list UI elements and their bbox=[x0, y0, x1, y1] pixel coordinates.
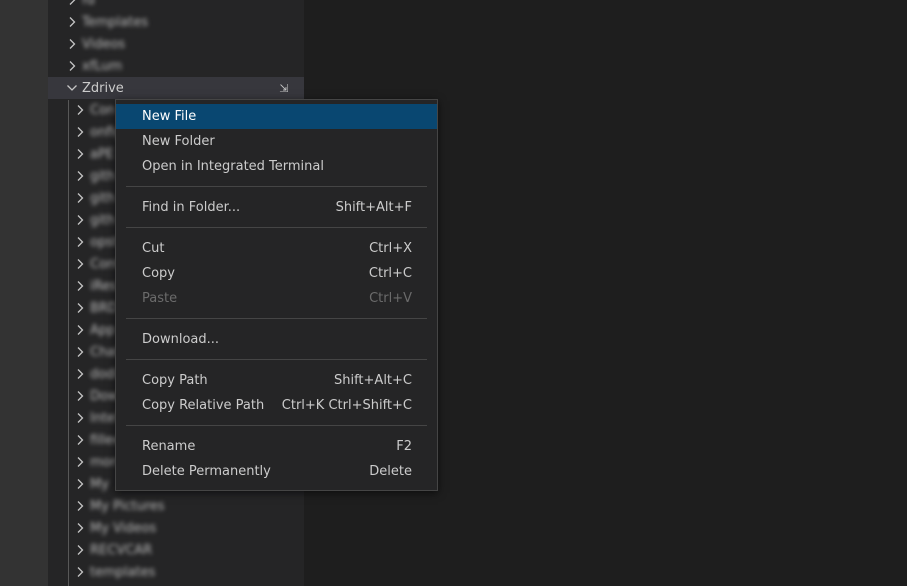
chevron-right-icon bbox=[72, 102, 88, 118]
menu-item-label: Cut bbox=[142, 241, 165, 256]
chevron-right-icon bbox=[72, 366, 88, 382]
tree-row-label: My Pictures bbox=[90, 498, 165, 514]
menu-item-shortcut: F2 bbox=[396, 439, 412, 454]
menu-separator bbox=[126, 359, 427, 360]
menu-item-open-in-integrated-terminal[interactable]: Open in Integrated Terminal bbox=[116, 154, 437, 179]
tree-row[interactable]: fd bbox=[48, 0, 304, 11]
tree-row[interactable]: RECVCAR bbox=[48, 539, 304, 561]
menu-item-copy-relative-path[interactable]: Copy Relative Path Ctrl+K Ctrl+Shift+C bbox=[116, 393, 437, 418]
tree-row-label: gith bbox=[90, 190, 116, 206]
chevron-right-icon bbox=[72, 168, 88, 184]
chevron-right-icon bbox=[72, 344, 88, 360]
chevron-right-icon bbox=[64, 14, 80, 30]
menu-item-label: Open in Integrated Terminal bbox=[142, 159, 324, 174]
menu-item-shortcut: Ctrl+X bbox=[369, 241, 412, 256]
chevron-right-icon bbox=[72, 278, 88, 294]
tree-row-label: aPE bbox=[90, 146, 115, 162]
folder-label: Zdrive bbox=[82, 80, 124, 96]
tree-row-label: fd bbox=[82, 0, 95, 8]
chevron-right-icon bbox=[64, 36, 80, 52]
menu-item-label: Copy Path bbox=[142, 373, 208, 388]
tree-row-label: My bbox=[90, 476, 109, 492]
menu-item-download[interactable]: Download... bbox=[116, 327, 437, 352]
menu-item-shortcut: Ctrl+V bbox=[369, 291, 412, 306]
folder-zdrive[interactable]: Zdrive ⇲ bbox=[48, 77, 304, 99]
menu-item-label: Paste bbox=[142, 291, 178, 306]
chevron-right-icon bbox=[72, 454, 88, 470]
menu-item-cut[interactable]: Cut Ctrl+X bbox=[116, 236, 437, 261]
chevron-right-icon bbox=[72, 564, 88, 580]
tree-row-label: App bbox=[90, 322, 116, 338]
tree-row-label: My Videos bbox=[90, 520, 157, 536]
tree-row-label: xfLum bbox=[82, 58, 123, 74]
tree-row-label: gith bbox=[90, 212, 116, 228]
menu-item-shortcut: Shift+Alt+C bbox=[333, 373, 412, 388]
menu-item-label: Copy bbox=[142, 266, 175, 281]
tree-row-label: dodi bbox=[90, 366, 119, 382]
menu-item-label: Delete Permanently bbox=[142, 464, 271, 479]
tree-row-label: Templates bbox=[82, 14, 149, 30]
chevron-right-icon bbox=[72, 234, 88, 250]
chevron-right-icon bbox=[72, 322, 88, 338]
chevron-right-icon bbox=[72, 542, 88, 558]
menu-item-new-folder[interactable]: New Folder bbox=[116, 129, 437, 154]
tree-row-label: gith bbox=[90, 168, 116, 184]
menu-item-rename[interactable]: Rename F2 bbox=[116, 434, 437, 459]
chevron-right-icon bbox=[72, 476, 88, 492]
context-menu: New File New Folder Open in Integrated Ter… bbox=[115, 99, 438, 491]
menu-item-copy-path[interactable]: Copy Path Shift+Alt+C bbox=[116, 368, 437, 393]
menu-item-shortcut: Shift+Alt+F bbox=[335, 200, 412, 215]
menu-item-paste[interactable]: Paste Ctrl+V bbox=[116, 286, 437, 311]
chevron-down-icon bbox=[64, 80, 80, 96]
tree-row-label: iRes bbox=[90, 278, 117, 294]
menu-item-label: Rename bbox=[142, 439, 196, 454]
link-icon[interactable]: ⇲ bbox=[276, 80, 292, 96]
tree-row-label: Con bbox=[90, 102, 116, 118]
chevron-right-icon bbox=[72, 300, 88, 316]
menu-item-label: New File bbox=[142, 109, 197, 124]
chevron-right-icon bbox=[72, 256, 88, 272]
menu-item-shortcut: Delete bbox=[369, 464, 412, 479]
tree-row[interactable]: My Pictures bbox=[48, 495, 304, 517]
chevron-right-icon bbox=[72, 498, 88, 514]
tree-row-label: Videos bbox=[82, 36, 126, 52]
menu-item-new-file[interactable]: New File bbox=[116, 104, 437, 129]
chevron-right-icon bbox=[72, 432, 88, 448]
tree-row[interactable]: Templates bbox=[48, 11, 304, 33]
chevron-right-icon bbox=[72, 146, 88, 162]
tree-row[interactable]: My Videos bbox=[48, 517, 304, 539]
menu-separator bbox=[126, 227, 427, 228]
chevron-right-icon bbox=[72, 410, 88, 426]
chevron-right-icon bbox=[64, 58, 80, 74]
chevron-right-icon bbox=[64, 0, 80, 8]
menu-item-shortcut: Ctrl+C bbox=[368, 266, 412, 281]
tree-row[interactable]: templates bbox=[48, 561, 304, 583]
menu-separator bbox=[126, 186, 427, 187]
tree-row-label: opst bbox=[90, 234, 119, 250]
menu-separator bbox=[126, 425, 427, 426]
tree-row[interactable]: Videos bbox=[48, 33, 304, 55]
menu-item-shortcut: Ctrl+K Ctrl+Shift+C bbox=[281, 398, 412, 413]
chevron-right-icon bbox=[72, 520, 88, 536]
menu-item-find-in-folder[interactable]: Find in Folder... Shift+Alt+F bbox=[116, 195, 437, 220]
chevron-right-icon bbox=[72, 212, 88, 228]
chevron-right-icon bbox=[72, 124, 88, 140]
chevron-right-icon bbox=[72, 388, 88, 404]
tree-row-label: BRD bbox=[90, 300, 118, 316]
menu-item-label: New Folder bbox=[142, 134, 215, 149]
menu-separator bbox=[126, 318, 427, 319]
menu-item-delete-permanently[interactable]: Delete Permanently Delete bbox=[116, 459, 437, 484]
tree-row[interactable]: xfLum bbox=[48, 55, 304, 77]
menu-item-label: Copy Relative Path bbox=[142, 398, 265, 413]
activity-bar bbox=[0, 0, 48, 586]
menu-item-label: Download... bbox=[142, 332, 220, 347]
chevron-right-icon bbox=[72, 190, 88, 206]
menu-item-label: Find in Folder... bbox=[142, 200, 241, 215]
tree-row-label: RECVCAR bbox=[90, 542, 153, 558]
tree-row-label: templates bbox=[90, 564, 156, 580]
menu-item-copy[interactable]: Copy Ctrl+C bbox=[116, 261, 437, 286]
